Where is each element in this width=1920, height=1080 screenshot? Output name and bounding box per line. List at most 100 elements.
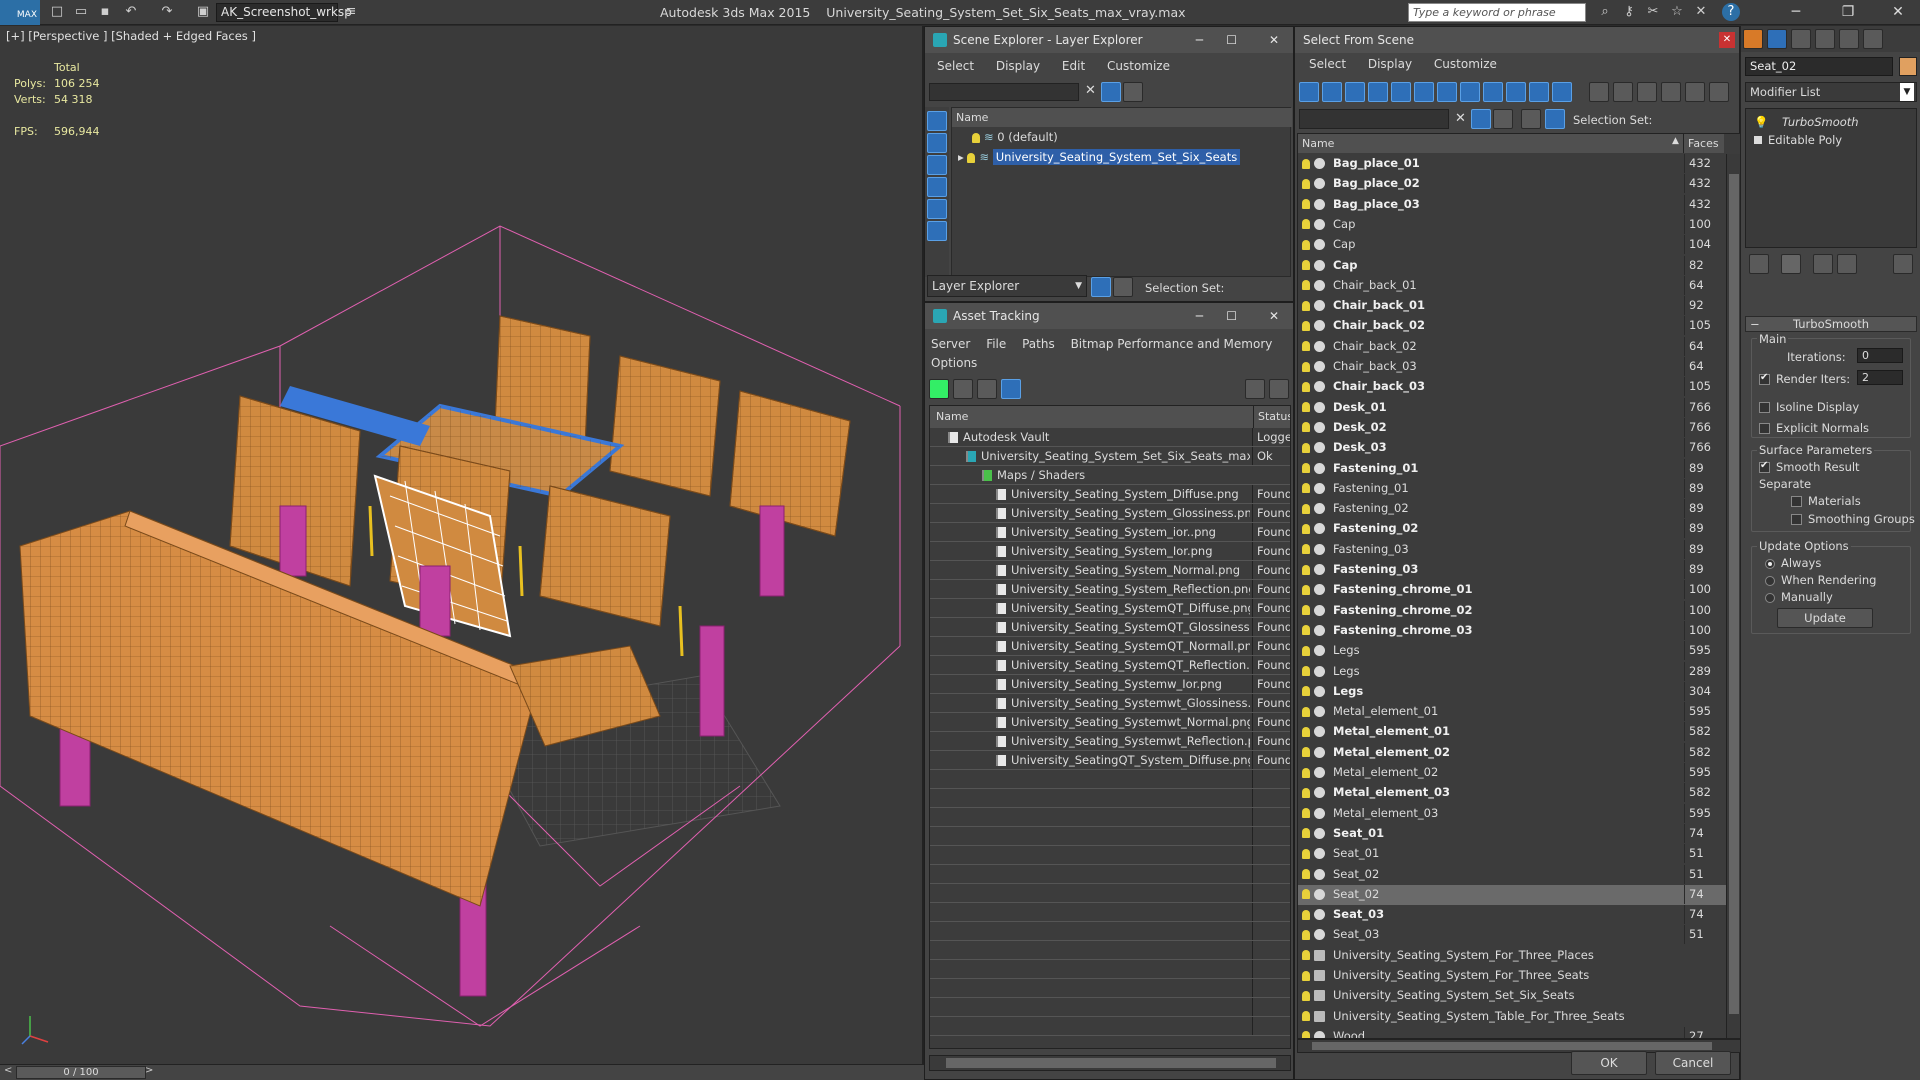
asset-row[interactable]: University_Seating_System_Ior.png Found — [930, 542, 1290, 561]
object-icon[interactable] — [1314, 787, 1325, 799]
scene-object-row[interactable]: Fastening_03 89 — [1298, 560, 1726, 580]
modifier-list-dropdown[interactable]: Modifier List ▼ — [1745, 82, 1917, 102]
smoothing-groups-checkbox[interactable] — [1791, 514, 1802, 525]
expand-icon[interactable] — [1754, 136, 1762, 144]
asset-tracking-titlebar[interactable]: Asset Tracking ─ ☐ ✕ — [925, 303, 1293, 329]
object-icon[interactable] — [1314, 523, 1325, 535]
collapse-icon[interactable] — [1709, 82, 1729, 102]
light-bulb-icon[interactable] — [1302, 950, 1310, 961]
group-icon[interactable] — [1314, 990, 1325, 1002]
display-none-icon[interactable] — [927, 111, 947, 131]
light-bulb-icon[interactable] — [972, 132, 980, 143]
maximize-icon[interactable]: ☐ — [1226, 27, 1237, 53]
refresh-icon[interactable] — [929, 379, 949, 399]
display-hidden-icon[interactable] — [1552, 82, 1572, 102]
light-bulb-icon[interactable] — [1302, 909, 1310, 920]
isoline-checkbox[interactable] — [1759, 402, 1770, 413]
light-bulb-icon[interactable] — [1302, 787, 1310, 798]
group-icon[interactable] — [1314, 1010, 1325, 1022]
hierarchy-icon[interactable] — [1545, 109, 1565, 129]
app-logo[interactable]: MAX — [0, 0, 40, 25]
light-bulb-icon[interactable] — [1302, 361, 1310, 372]
object-icon[interactable] — [1314, 198, 1325, 210]
scene-object-row[interactable]: Seat_02 51 — [1298, 864, 1726, 885]
stack-item-editable-poly[interactable]: Editable Poly — [1746, 131, 1916, 150]
iterations-spinner[interactable]: 0 — [1857, 348, 1903, 363]
help-icon[interactable]: ? — [1722, 3, 1740, 21]
scene-object-row[interactable]: Fastening_chrome_02 100 — [1298, 600, 1726, 621]
light-bulb-icon[interactable] — [1302, 320, 1310, 331]
object-icon[interactable] — [1314, 503, 1325, 515]
scene-object-row[interactable]: Fastening_chrome_03 100 — [1298, 620, 1726, 641]
object-color-swatch[interactable] — [1899, 57, 1917, 76]
object-icon[interactable] — [1314, 746, 1325, 758]
close-icon[interactable]: ✕ — [1269, 303, 1279, 329]
save-icon[interactable]: ▪ — [96, 3, 114, 21]
display-geometry-icon[interactable] — [927, 177, 947, 197]
asset-row[interactable]: University_Seating_System_Set_Six_Seats_… — [930, 447, 1290, 466]
object-icon[interactable] — [1314, 645, 1325, 657]
object-icon[interactable] — [1314, 807, 1325, 819]
asset-row[interactable]: University_Seating_SystemQT_Reflection.p… — [930, 656, 1290, 675]
object-icon[interactable] — [1314, 685, 1325, 697]
object-icon[interactable] — [1314, 909, 1325, 921]
always-radio[interactable] — [1765, 558, 1775, 569]
scene-object-row[interactable]: Fastening_01 89 — [1298, 478, 1726, 499]
help-icon[interactable] — [1245, 379, 1265, 399]
clear-filter-icon[interactable]: ✕ — [1085, 83, 1096, 98]
light-bulb-icon[interactable] — [1302, 706, 1310, 717]
object-icon[interactable] — [1314, 827, 1325, 839]
scene-object-row[interactable]: Chair_back_01 64 — [1298, 275, 1726, 296]
close-x-icon[interactable]: ✕ — [1692, 3, 1710, 21]
scene-object-row[interactable]: University_Seating_System_Table_For_Thre… — [1298, 1007, 1726, 1027]
settings-icon[interactable] — [1269, 379, 1289, 399]
display-cameras-icon[interactable] — [1368, 82, 1388, 102]
filter-icon[interactable] — [1101, 82, 1121, 102]
asset-row[interactable]: University_Seating_Systemwt_Glossiness.p… — [930, 694, 1290, 713]
stack-item-turbosmooth[interactable]: 💡 TurboSmooth — [1746, 113, 1916, 132]
scene-object-row[interactable]: Metal_element_02 595 — [1298, 763, 1726, 783]
scene-object-row[interactable]: Metal_element_01 595 — [1298, 702, 1726, 722]
scene-object-row[interactable]: Legs 595 — [1298, 641, 1726, 661]
object-icon[interactable] — [1314, 564, 1325, 575]
key-icon[interactable]: ⚷ — [1620, 3, 1638, 21]
time-slider-thumb[interactable]: 0 / 100 — [16, 1066, 146, 1079]
light-bulb-icon[interactable] — [1302, 544, 1310, 555]
display-tab-icon[interactable] — [1839, 29, 1859, 49]
light-bulb-icon[interactable] — [1302, 381, 1310, 392]
display-shapes-icon[interactable] — [927, 199, 947, 219]
light-bulb-icon[interactable]: 💡 — [1754, 115, 1768, 129]
scroll-thumb[interactable] — [1729, 174, 1739, 1014]
scroll-thumb[interactable] — [946, 1058, 1276, 1068]
utilities-tab-icon[interactable] — [1863, 29, 1883, 49]
asset-row[interactable]: University_Seating_Systemwt_Normal.png Fo… — [930, 713, 1290, 732]
object-icon[interactable] — [1314, 361, 1325, 372]
layer-explorer-titlebar[interactable]: Scene Explorer - Layer Explorer ─ ☐ ✕ — [925, 27, 1293, 53]
scene-object-row[interactable]: Chair_back_03 105 — [1298, 377, 1726, 397]
object-icon[interactable] — [1314, 320, 1325, 332]
filter-icon[interactable] — [1471, 109, 1491, 129]
timeline-prev-icon[interactable]: < — [4, 1065, 12, 1076]
asset-row[interactable]: University_Seating_Systemw_Ior.png Found — [930, 675, 1290, 694]
object-icon[interactable] — [1314, 300, 1325, 312]
menu-server[interactable]: Server — [931, 335, 970, 354]
display-bones-icon[interactable] — [1483, 82, 1503, 102]
scene-object-row[interactable]: Fastening_chrome_01 100 — [1298, 580, 1726, 600]
light-bulb-icon[interactable] — [967, 152, 976, 163]
maximize-icon[interactable]: ☐ — [1226, 303, 1237, 329]
search-input[interactable]: Type a keyword or phrase — [1408, 3, 1586, 22]
scene-object-row[interactable]: Cap 104 — [1298, 235, 1726, 255]
asset-row[interactable]: University_Seating_System_Normal.png Foun… — [930, 561, 1290, 580]
menu-customize[interactable]: Customize — [1107, 59, 1170, 73]
hierarchy-tab-icon[interactable] — [1791, 29, 1811, 49]
light-bulb-icon[interactable] — [1302, 483, 1310, 494]
asset-row[interactable]: University_Seating_SystemQT_Glossiness.p… — [930, 618, 1290, 637]
options-icon[interactable] — [1493, 109, 1513, 129]
object-icon[interactable] — [1314, 624, 1325, 636]
scene-object-row[interactable]: Bag_place_02 432 — [1298, 174, 1726, 194]
asset-col-name[interactable]: Name — [930, 406, 1254, 428]
object-icon[interactable] — [1314, 178, 1325, 190]
menu-paths[interactable]: Paths — [1022, 335, 1055, 354]
light-bulb-icon[interactable] — [1302, 158, 1310, 169]
configure-sets-icon[interactable] — [1893, 254, 1913, 274]
